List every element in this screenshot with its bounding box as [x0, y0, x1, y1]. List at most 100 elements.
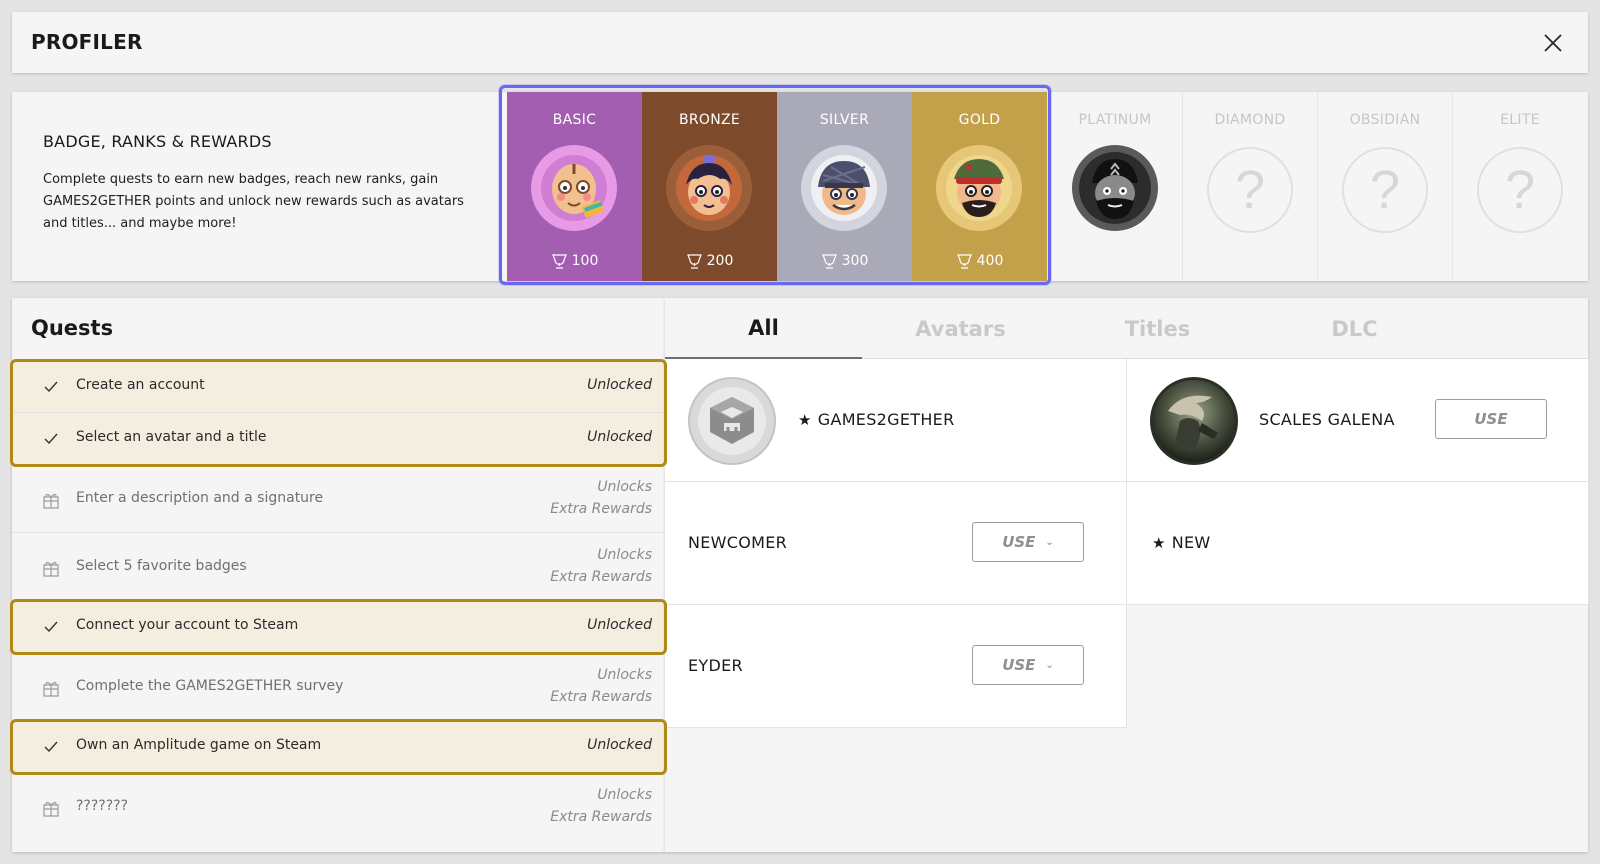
tier-points-value: 200	[706, 253, 734, 269]
check-icon	[44, 381, 58, 393]
tier-diamond[interactable]: DIAMOND ?	[1182, 92, 1317, 281]
tier-points: 200	[642, 253, 777, 269]
locked-badge-icon: ?	[1207, 147, 1293, 233]
quest-label: Complete the GAMES2GETHER survey	[76, 678, 344, 694]
scales-galena-avatar-icon	[1150, 377, 1238, 465]
check-icon	[44, 433, 58, 445]
use-dropdown-button[interactable]: USE ⌄	[972, 645, 1084, 685]
gift-icon	[43, 681, 59, 697]
quest-label: Create an account	[76, 377, 205, 393]
close-icon	[1544, 34, 1562, 52]
reward-name: EYDER	[688, 656, 743, 675]
tier-name: SILVER	[819, 112, 870, 128]
gold-avatar-icon	[936, 145, 1022, 231]
reward-item[interactable]: SCALES GALENA USE	[1127, 359, 1589, 482]
tab-all[interactable]: All	[665, 298, 862, 359]
quest-status-line: Extra Rewards	[550, 569, 652, 585]
ranks-intro: BADGE, RANKS & REWARDS Complete quests t…	[43, 132, 483, 235]
quest-label: Own an Amplitude game on Steam	[76, 737, 322, 753]
tier-name: DIAMOND	[1214, 112, 1286, 128]
quest-label: ???????	[76, 798, 129, 814]
bronze-avatar-icon	[666, 145, 752, 231]
tab-titles[interactable]: Titles	[1059, 298, 1256, 359]
star-icon: ★	[798, 411, 812, 429]
quest-row[interactable]: Select 5 favorite badges Unlocks Extra R…	[12, 532, 665, 600]
trophy-icon	[686, 253, 702, 269]
quest-status-line: Extra Rewards	[550, 501, 652, 517]
profiler-header: PROFILER	[12, 12, 1588, 73]
quest-row[interactable]: Complete the GAMES2GETHER survey Unlocks…	[12, 652, 665, 720]
quest-status-line: Unlocks	[597, 667, 652, 683]
quest-row[interactable]: Connect your account to Steam Unlocked	[12, 600, 665, 652]
quest-row[interactable]: Select an avatar and a title Unlocked	[12, 412, 665, 464]
window-title: PROFILER	[31, 30, 143, 54]
tab-dlc[interactable]: DLC	[1256, 298, 1453, 359]
quest-status-line: Unlocks	[597, 787, 652, 803]
tier-gold[interactable]: GOLD 400	[912, 92, 1047, 281]
gift-icon	[43, 801, 59, 817]
reward-name: SCALES GALENA	[1259, 410, 1395, 429]
quests-title: Quests	[31, 316, 114, 340]
basic-avatar-icon	[531, 145, 617, 231]
quest-status-line: Unlocks	[597, 547, 652, 563]
tier-points-value: 300	[841, 253, 869, 269]
gift-icon	[43, 561, 59, 577]
quests-panel: Quests Create an account Unlocked Select…	[12, 298, 665, 852]
rewards-panel: All Avatars Titles DLC ★ GAMES2GETHER SC…	[665, 298, 1589, 852]
tier-name: ELITE	[1500, 112, 1540, 128]
tier-name: PLATINUM	[1078, 112, 1152, 128]
quest-status-line: Extra Rewards	[550, 809, 652, 825]
tier-points: 400	[912, 253, 1047, 269]
tier-points: 300	[777, 253, 912, 269]
tier-basic[interactable]: BASIC 100	[507, 92, 642, 281]
tier-platinum[interactable]: PLATINUM	[1047, 92, 1182, 281]
tier-points: 100	[507, 253, 642, 269]
quest-status: Unlocks Extra Rewards	[550, 664, 652, 708]
check-icon	[44, 621, 58, 633]
ranks-heading: BADGE, RANKS & REWARDS	[43, 132, 272, 151]
tier-silver[interactable]: SILVER 300	[777, 92, 912, 281]
reward-item[interactable]: NEWCOMER USE ⌄	[665, 482, 1127, 605]
check-icon	[44, 741, 58, 753]
reward-name: ★ GAMES2GETHER	[798, 410, 954, 429]
quest-row[interactable]: ??????? Unlocks Extra Rewards	[12, 772, 665, 840]
reward-name-text: GAMES2GETHER	[817, 410, 955, 429]
tab-avatars[interactable]: Avatars	[862, 298, 1059, 359]
reward-item[interactable]: ★ NEW	[1127, 482, 1589, 605]
quest-status-line: Extra Rewards	[550, 689, 652, 705]
trophy-icon	[551, 253, 567, 269]
games2gether-logo-icon	[688, 377, 776, 465]
quest-row[interactable]: Enter a description and a signature Unlo…	[12, 464, 665, 532]
tier-name: GOLD	[958, 112, 1001, 128]
use-button[interactable]: USE	[1435, 399, 1547, 439]
reward-name: NEWCOMER	[688, 533, 788, 552]
reward-item[interactable]: EYDER USE ⌄	[665, 605, 1127, 728]
use-dropdown-button[interactable]: USE ⌄	[972, 522, 1084, 562]
close-button[interactable]	[1540, 30, 1566, 56]
use-button-label: USE	[1474, 410, 1508, 428]
quest-row[interactable]: Own an Amplitude game on Steam Unlocked	[12, 720, 665, 772]
quest-row[interactable]: Create an account Unlocked	[12, 360, 665, 412]
tier-name: BRONZE	[678, 112, 741, 128]
reward-name-text: NEW	[1171, 533, 1211, 552]
tier-elite[interactable]: ELITE ?	[1452, 92, 1587, 281]
quest-label: Select an avatar and a title	[76, 429, 267, 445]
chevron-down-icon: ⌄	[1045, 659, 1054, 671]
reward-item[interactable]: ★ GAMES2GETHER	[665, 359, 1127, 482]
quest-label: Connect your account to Steam	[76, 617, 299, 633]
use-button-label: USE	[1002, 533, 1036, 551]
tier-obsidian[interactable]: OBSIDIAN ?	[1317, 92, 1452, 281]
silver-avatar-icon	[801, 145, 887, 231]
gift-icon	[43, 493, 59, 509]
quest-status-line: Unlocks	[597, 479, 652, 495]
locked-badge-icon: ?	[1477, 147, 1563, 233]
quest-status: Unlocks Extra Rewards	[550, 476, 652, 520]
quest-status: Unlocked	[587, 377, 652, 393]
quest-status: Unlocks Extra Rewards	[550, 544, 652, 588]
trophy-icon	[956, 253, 972, 269]
tier-bronze[interactable]: BRONZE 200	[642, 92, 777, 281]
quest-label: Select 5 favorite badges	[76, 558, 247, 574]
locked-badge-icon: ?	[1342, 147, 1428, 233]
platinum-avatar-icon	[1072, 145, 1158, 231]
ranks-description: Complete quests to earn new badges, reac…	[43, 172, 464, 231]
